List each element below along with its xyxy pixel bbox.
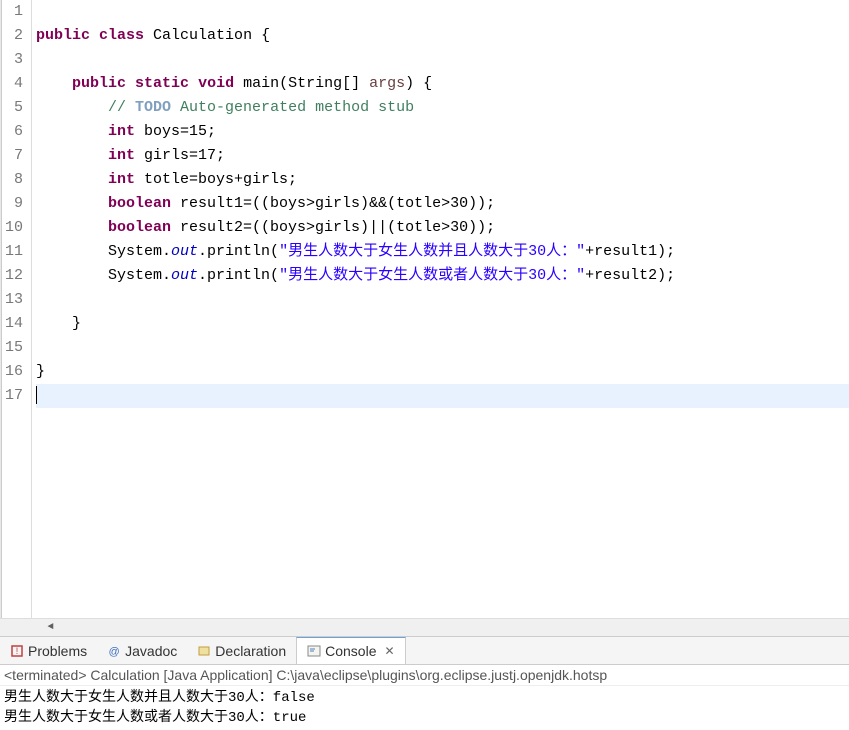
console-output[interactable]: 男生人数大于女生人数并且人数大于30人：false 男生人数大于女生人数或者人数… [0,686,849,730]
line-number: 15 [2,336,23,360]
tab-label: Javadoc [125,643,177,659]
line-number: 14 [2,312,23,336]
line-number: 17 [2,384,23,408]
code-line[interactable] [36,288,849,312]
line-number: 10 [2,216,23,240]
code-line[interactable] [36,48,849,72]
svg-text:!: ! [16,646,19,656]
code-content[interactable]: public class Calculation { public static… [32,0,849,618]
console-line: 男生人数大于女生人数或者人数大于30人：true [4,708,845,728]
code-line[interactable]: boolean result1=((boys>girls)&&(totle>30… [36,192,849,216]
line-number: 9 [2,192,23,216]
line-number: 3 [2,48,23,72]
code-line[interactable]: System.out.println("男生人数大于女生人数或者人数大于30人：… [36,264,849,288]
bottom-panel: ! Problems @ Javadoc Declaration Console… [0,636,849,730]
code-line[interactable]: public class Calculation { [36,24,849,48]
horizontal-scrollbar[interactable]: ◄ [0,618,849,636]
tab-console[interactable]: Console ✕ [296,637,405,664]
problems-icon: ! [10,644,24,658]
line-number: 16 [2,360,23,384]
code-line[interactable] [36,0,849,24]
tab-javadoc[interactable]: @ Javadoc [97,637,187,664]
svg-text:@: @ [109,646,120,658]
console-line: 男生人数大于女生人数并且人数大于30人：false [4,688,845,708]
scroll-left-icon[interactable]: ◄ [42,619,59,636]
line-number: 13 [2,288,23,312]
line-number: 7 [2,144,23,168]
tab-label: Console [325,643,376,659]
code-line[interactable]: public static void main(String[] args) { [36,72,849,96]
tab-label: Problems [28,643,87,659]
console-icon [307,644,321,658]
code-line[interactable]: // TODO Auto-generated method stub [36,96,849,120]
code-line[interactable]: System.out.println("男生人数大于女生人数并且人数大于30人：… [36,240,849,264]
code-line[interactable]: int totle=boys+girls; [36,168,849,192]
console-status: <terminated> Calculation [Java Applicati… [0,665,849,686]
line-number: 8 [2,168,23,192]
line-number: 12 [2,264,23,288]
code-line[interactable]: } [36,312,849,336]
text-cursor [36,386,37,404]
code-line[interactable] [36,384,849,408]
declaration-icon [197,644,211,658]
code-line[interactable]: int girls=17; [36,144,849,168]
javadoc-icon: @ [107,644,121,658]
code-line[interactable] [36,336,849,360]
code-line[interactable]: boolean result2=((boys>girls)||(totle>30… [36,216,849,240]
line-number: 2 [2,24,23,48]
line-number: 5 [2,96,23,120]
tab-label: Declaration [215,643,286,659]
code-line[interactable]: } [36,360,849,384]
line-number: 1 [2,0,23,24]
line-number: 6 [2,120,23,144]
close-icon[interactable]: ✕ [385,644,395,658]
line-number: 4 [2,72,23,96]
tab-declaration[interactable]: Declaration [187,637,296,664]
tab-problems[interactable]: ! Problems [0,637,97,664]
line-number: 11 [2,240,23,264]
code-editor[interactable]: 1 2 3 4 5 6 7 8 9 10 11 12 13 14 15 16 1… [0,0,849,618]
view-tabs: ! Problems @ Javadoc Declaration Console… [0,637,849,665]
line-number-gutter: 1 2 3 4 5 6 7 8 9 10 11 12 13 14 15 16 1… [0,0,32,618]
code-line[interactable]: int boys=15; [36,120,849,144]
